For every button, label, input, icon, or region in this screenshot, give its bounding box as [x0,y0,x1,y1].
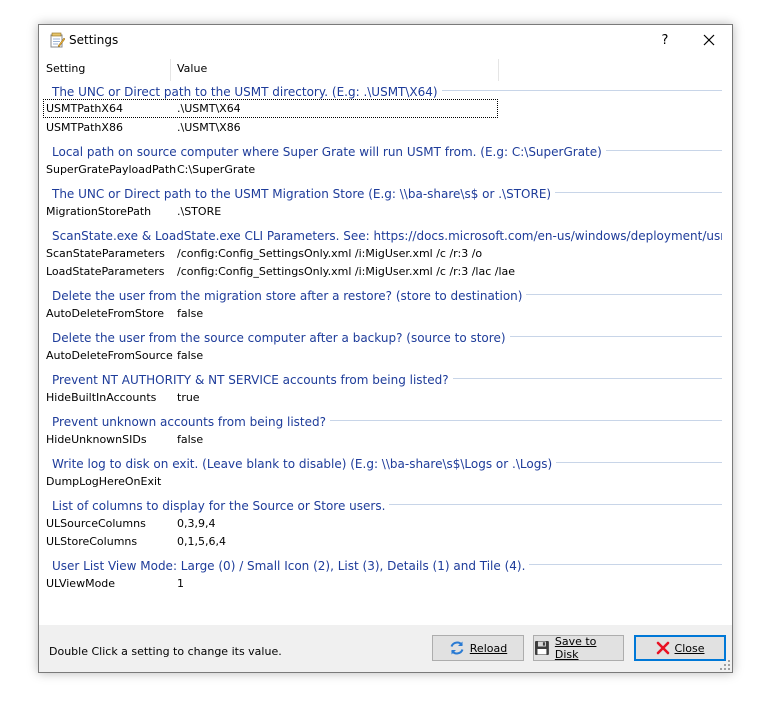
group-header-view-mode: User List View Mode: Large (0) / Small I… [52,555,722,573]
settings-list[interactable]: Setting Value The UNC or Direct path to … [39,55,732,627]
save-to-disk-label: Save to Disk [554,635,597,661]
close-icon [703,34,715,46]
column-divider[interactable] [170,59,171,81]
reload-button[interactable]: Reload [432,635,524,661]
reload-icon [450,641,464,655]
list-item-usmtpathx64[interactable]: USMTPathX64 .\USMT\X64 [43,99,498,118]
group-header-hide-builtin: Prevent NT AUTHORITY & NT SERVICE accoun… [52,369,722,387]
list-item-loadstateparameters[interactable]: LoadStateParameters/config:Config_Settin… [44,263,515,280]
close-button[interactable]: Close [634,635,726,661]
title-bar: Settings ? [39,25,732,55]
list-item-supergratepayloadpath[interactable]: SuperGratePayloadPath C:\SuperGrate [44,161,497,178]
list-item-ulstorecolumns[interactable]: ULStoreColumns 0,1,5,6,4 [44,533,497,550]
list-item-hideunknownsids[interactable]: HideUnknownSIDs false [44,431,497,448]
list-item-autodeletefromsource[interactable]: AutoDeleteFromSource false [44,347,497,364]
group-header-migration-store: The UNC or Direct path to the USMT Migra… [52,183,722,201]
group-header-hide-unknown: Prevent unknown accounts from being list… [52,411,722,429]
floppy-disk-icon [534,641,549,655]
list-header: Setting Value [39,57,732,81]
window-title: Settings [69,33,119,47]
group-header-delete-from-source: Delete the user from the source computer… [52,327,722,345]
list-item-usmtpathx86[interactable]: USMTPathX86 .\USMT\X86 [44,119,497,136]
list-item-ulviewmode[interactable]: ULViewMode 1 [44,575,497,592]
column-divider[interactable] [498,59,499,81]
close-label: Close [674,641,705,655]
group-header-delete-from-store: Delete the user from the migration store… [52,285,722,303]
group-header-payload-path: Local path on source computer where Supe… [52,141,722,159]
settings-notepad-icon [50,32,65,48]
group-header-columns: List of columns to display for the Sourc… [52,495,722,513]
close-icon [656,641,669,655]
reload-label: Reload [469,641,508,655]
group-header-write-log: Write log to disk on exit. (Leave blank … [52,453,722,471]
column-header-value[interactable]: Value [177,62,207,75]
help-button[interactable]: ? [642,25,688,55]
save-to-disk-button[interactable]: Save to Disk [533,635,624,661]
column-header-setting[interactable]: Setting [46,62,85,75]
footer-bar: Double Click a setting to change its val… [39,625,732,672]
status-text: Double Click a setting to change its val… [49,645,282,658]
resize-grip-icon[interactable] [720,660,730,670]
list-item-ulsourcecolumns[interactable]: ULSourceColumns 0,3,9,4 [44,515,497,532]
list-item-migrationstorepath[interactable]: MigrationStorePath .\STORE [44,203,497,220]
group-header-usmt-path: The UNC or Direct path to the USMT direc… [52,81,722,99]
list-item-autodeletefromstore[interactable]: AutoDeleteFromStore false [44,305,497,322]
group-header-cli-parameters: ScanState.exe & LoadState.exe CLI Parame… [52,225,722,243]
list-item-scanstateparameters[interactable]: ScanStateParameters/config:Config_Settin… [44,245,497,262]
list-item-hidebuiltinaccounts[interactable]: HideBuiltInAccounts true [44,389,497,406]
list-item-dumploghereonexit[interactable]: DumpLogHereOnExit [44,473,497,490]
settings-window: Settings ? Setting Value The UNC or Dire… [38,24,733,673]
window-close-button[interactable] [686,25,732,55]
